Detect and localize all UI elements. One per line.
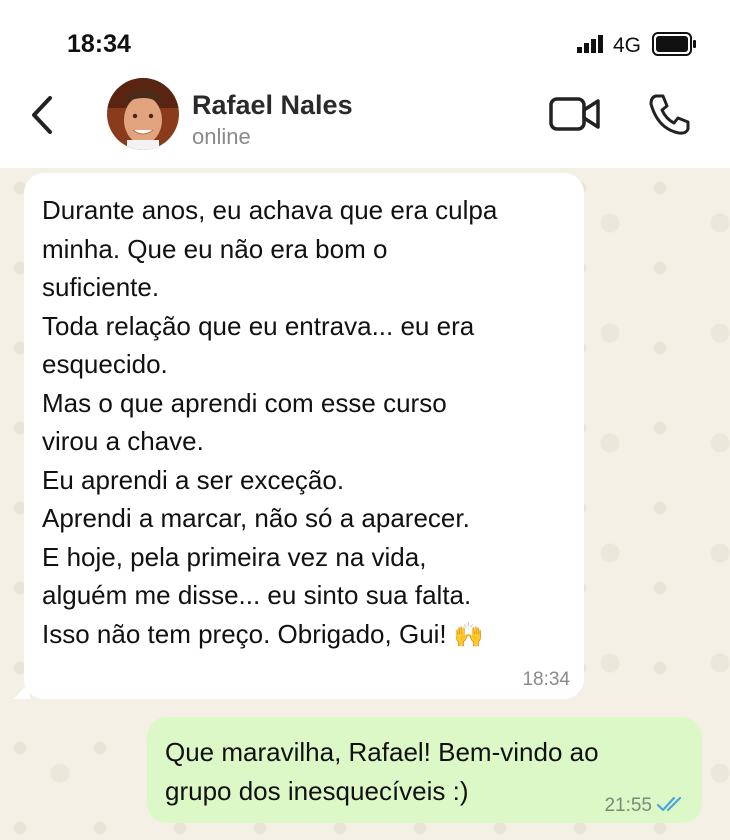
contact-name[interactable]: Rafael Nales xyxy=(192,90,353,121)
incoming-message[interactable]: Durante anos, eu achava que era culpa mi… xyxy=(14,173,584,699)
bubble-tail xyxy=(14,681,30,699)
message-line: esquecido. xyxy=(42,349,168,379)
network-type: 4G xyxy=(613,34,642,57)
battery-icon xyxy=(652,32,696,56)
double-check-icon xyxy=(656,796,682,812)
message-line: Toda relação que eu entrava... eu era xyxy=(42,310,475,341)
message-line-text: Isso não tem preço. Obrigado, Gui! xyxy=(42,618,447,649)
message-line: virou a chave. xyxy=(42,426,204,456)
message-time: 18:34 xyxy=(522,669,570,690)
signal-icon xyxy=(577,35,603,53)
message-line: minha. Que eu não era bom o xyxy=(42,233,388,264)
message-time: 21:55 xyxy=(604,795,652,816)
status-time: 18:34 xyxy=(67,30,131,58)
outgoing-message[interactable]: Que maravilha, Rafael! Bem-vindo ao grup… xyxy=(147,717,702,823)
message-line: Durante anos, eu achava que era culpa xyxy=(42,195,498,225)
avatar[interactable] xyxy=(107,78,179,150)
message-line: suficiente. xyxy=(42,272,160,302)
chevron-left-icon[interactable] xyxy=(26,92,60,138)
message-line: Isso não tem preço. Obrigado, Gui! 🙌 xyxy=(42,615,564,656)
phone-icon[interactable] xyxy=(646,92,692,136)
message-text: Durante anos, eu achava que era culpa mi… xyxy=(42,191,564,655)
contact-status: online xyxy=(192,124,251,149)
message-line: Mas o que aprendi com esse curso xyxy=(42,387,447,418)
message-line: alguém me disse... eu sinto sua falta. xyxy=(42,580,472,610)
video-camera-icon[interactable] xyxy=(548,95,602,133)
chat-header: 18:34 4G Rafael Nales online xyxy=(0,0,730,168)
message-line: Aprendi a marcar, não só a aparecer. xyxy=(42,503,470,533)
message-line: E hoje, pela primeira vez na vida, xyxy=(42,541,427,572)
message-line: Eu aprendi a ser exceção. xyxy=(42,464,345,495)
message-line: Que maravilha, Rafael! Bem-vindo ao xyxy=(165,737,599,767)
raising-hands-emoji: 🙌 xyxy=(453,621,484,649)
